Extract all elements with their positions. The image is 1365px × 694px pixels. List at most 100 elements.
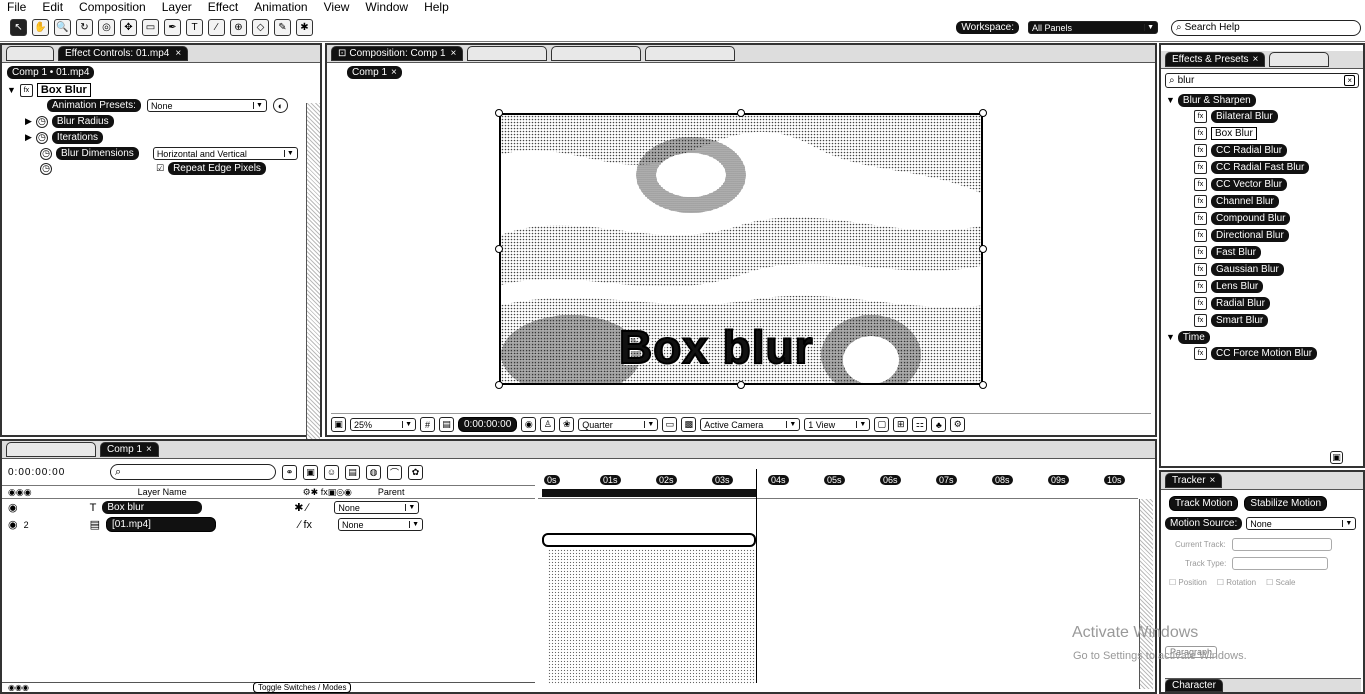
- layer-name[interactable]: Box blur: [102, 501, 203, 514]
- transform-handle[interactable]: [495, 245, 503, 253]
- layer-name[interactable]: [01.mp4]: [106, 517, 217, 532]
- expand-triangle-icon[interactable]: ▼: [1166, 95, 1175, 105]
- camera-dropdown[interactable]: Active Camera ▼: [700, 418, 801, 431]
- tab-render-queue[interactable]: [6, 442, 96, 457]
- close-icon[interactable]: ×: [146, 444, 152, 455]
- show-snapshot-icon[interactable]: ♙: [540, 417, 556, 432]
- menu-view[interactable]: View: [317, 0, 359, 14]
- transform-handle[interactable]: [737, 381, 745, 389]
- flowchart-icon[interactable]: ♣: [931, 417, 947, 432]
- effect-item[interactable]: fx Box Blur: [1166, 125, 1363, 142]
- tab-project[interactable]: [6, 46, 54, 61]
- current-time[interactable]: 0:00:00:00: [458, 417, 518, 432]
- menu-layer[interactable]: Layer: [155, 0, 201, 14]
- layer-row[interactable]: ◉ 1 T Box blur ✱ ∕ None▼: [2, 499, 535, 516]
- layer-name-header[interactable]: Layer Name: [138, 487, 187, 497]
- stopwatch-icon[interactable]: ◷: [40, 147, 52, 160]
- tab-effect-controls[interactable]: Effect Controls: 01.mp4 ×: [58, 46, 189, 61]
- text-tool-icon[interactable]: T: [186, 19, 203, 36]
- fast-preview-icon[interactable]: ⊞: [893, 417, 909, 432]
- visibility-eye-icon[interactable]: ◉: [8, 518, 18, 531]
- effect-item[interactable]: fx Bilateral Blur: [1166, 108, 1363, 125]
- close-icon[interactable]: ×: [1210, 475, 1216, 486]
- expand-triangle-icon[interactable]: ▶: [25, 132, 32, 143]
- camera-tool-icon[interactable]: ◎: [98, 19, 115, 36]
- frame-blending-icon[interactable]: ▤: [345, 464, 360, 480]
- effect-item[interactable]: fx CC Radial Blur: [1166, 142, 1363, 159]
- layer-duration-bar[interactable]: [542, 533, 756, 547]
- time-ruler[interactable]: 0s 01s 02s 03s 04s 05s 06s 07s 08s 09s 10s: [538, 469, 1138, 499]
- comp-sub-tab[interactable]: Comp 1 ×: [347, 66, 402, 79]
- layer-switches-icon[interactable]: ✱ ∕: [208, 501, 308, 514]
- blur-dimensions-dropdown[interactable]: Horizontal and Vertical ▼: [152, 147, 298, 160]
- effect-item[interactable]: fx Channel Blur: [1166, 193, 1363, 210]
- draft-3d-icon[interactable]: ▣: [303, 464, 318, 480]
- comp-mini-flowchart-icon[interactable]: ⚭: [282, 464, 297, 480]
- effect-item[interactable]: fx CC Force Motion Blur: [1166, 345, 1363, 362]
- brainstorm-icon[interactable]: ✿: [408, 464, 423, 480]
- pan-behind-tool-icon[interactable]: ✥: [120, 19, 137, 36]
- category-time[interactable]: Time: [1177, 330, 1210, 344]
- rotate-tool-icon[interactable]: ↻: [76, 19, 93, 36]
- new-folder-icon[interactable]: ▣: [1330, 451, 1343, 464]
- snapshot-icon[interactable]: ◉: [521, 417, 537, 432]
- color-channel-icon[interactable]: ❀: [559, 417, 575, 432]
- effect-item[interactable]: fx Directional Blur: [1166, 227, 1363, 244]
- pixel-aspect-icon[interactable]: ▢: [874, 417, 890, 432]
- menu-file[interactable]: File: [0, 0, 35, 14]
- transform-handle[interactable]: [979, 381, 987, 389]
- stopwatch-icon[interactable]: ◷: [35, 131, 48, 144]
- expand-triangle-icon[interactable]: ▼: [1166, 332, 1175, 342]
- rectangle-tool-icon[interactable]: ▭: [142, 19, 159, 36]
- effect-name[interactable]: Box Blur: [36, 83, 91, 97]
- effect-item[interactable]: fx Lens Blur: [1166, 278, 1363, 295]
- stabilize-motion-button[interactable]: Stabilize Motion: [1244, 496, 1328, 511]
- expand-triangle-icon[interactable]: ▼: [7, 85, 16, 95]
- effect-item[interactable]: fx Fast Blur: [1166, 244, 1363, 261]
- timeline-search-field[interactable]: ⌕: [110, 464, 276, 480]
- tab-composition[interactable]: ⊡ Composition: Comp 1 ×: [331, 46, 464, 61]
- graph-editor-icon[interactable]: ⌒: [387, 464, 402, 480]
- expand-panes-icon[interactable]: ◉◉◉: [8, 683, 29, 692]
- menu-effect[interactable]: Effect: [201, 0, 247, 14]
- tab-comp-1[interactable]: Comp 1 ×: [100, 442, 159, 457]
- parent-dropdown[interactable]: None ▼: [338, 518, 424, 531]
- layer-duration-bar[interactable]: [548, 549, 756, 684]
- tab-tracker[interactable]: Tracker ×: [1165, 473, 1223, 488]
- transform-handle[interactable]: [737, 109, 745, 117]
- pen-tool-icon[interactable]: ✒: [164, 19, 181, 36]
- view-layout-dropdown[interactable]: 1 View ▼: [804, 418, 871, 431]
- preset-nav-icon[interactable]: ◐: [272, 98, 288, 113]
- menu-composition[interactable]: Composition: [72, 0, 155, 14]
- tab-footage[interactable]: [551, 46, 642, 61]
- layer-switches-icon[interactable]: ∕ fx: [222, 519, 312, 531]
- track-motion-button[interactable]: Track Motion: [1169, 496, 1239, 511]
- stopwatch-icon[interactable]: ◷: [35, 115, 48, 128]
- exposure-icon[interactable]: ⚙: [950, 417, 966, 432]
- magnification-dropdown[interactable]: 25% ▼: [350, 418, 416, 431]
- always-preview-icon[interactable]: ▣: [331, 417, 346, 432]
- clone-tool-icon[interactable]: ⊕: [230, 19, 247, 36]
- effect-item[interactable]: fx CC Radial Fast Blur: [1166, 159, 1363, 176]
- visibility-eye-icon[interactable]: ◉: [8, 501, 18, 514]
- transform-handle[interactable]: [495, 381, 503, 389]
- search-help-field[interactable]: ⌕ Search Help: [1171, 19, 1361, 36]
- effect-item[interactable]: fx Smart Blur: [1166, 312, 1363, 329]
- tab-character[interactable]: Character: [1165, 679, 1223, 692]
- menu-window[interactable]: Window: [358, 0, 417, 14]
- brush-tool-icon[interactable]: ∕: [208, 19, 225, 36]
- hand-tool-icon[interactable]: ✋: [32, 19, 49, 36]
- effect-item[interactable]: fx CC Vector Blur: [1166, 176, 1363, 193]
- tab-layer[interactable]: [467, 46, 548, 61]
- menu-edit[interactable]: Edit: [35, 0, 72, 14]
- effect-item[interactable]: fx Radial Blur: [1166, 295, 1363, 312]
- stopwatch-icon[interactable]: ◷: [40, 162, 52, 175]
- expand-triangle-icon[interactable]: ▶: [25, 116, 32, 127]
- toggle-switches-modes[interactable]: Toggle Switches / Modes: [252, 682, 352, 693]
- effect-item[interactable]: fx Gaussian Blur: [1166, 261, 1363, 278]
- parent-dropdown[interactable]: None ▼: [334, 501, 420, 514]
- transform-handle[interactable]: [495, 109, 503, 117]
- shy-layers-icon[interactable]: ☺: [324, 464, 339, 480]
- zoom-tool-icon[interactable]: 🔍: [54, 19, 71, 36]
- composition-viewer[interactable]: Box blur: [499, 113, 983, 385]
